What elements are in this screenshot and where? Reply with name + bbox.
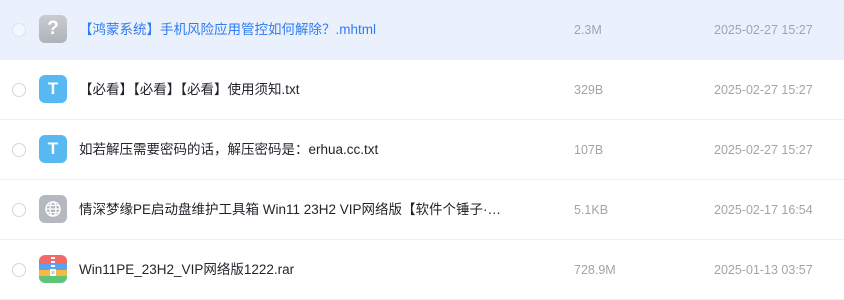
file-modified-date: 2025-02-27 15:27 [714, 143, 813, 157]
file-modified-date: 2025-02-27 15:27 [714, 83, 813, 97]
row-select-checkbox[interactable] [12, 263, 26, 277]
file-name[interactable]: 如若解压需要密码的话，解压密码是：erhua.cc.txt [79, 120, 509, 180]
globe-icon [45, 201, 61, 217]
file-modified-date: 2025-01-13 03:57 [714, 263, 813, 277]
globe-file-icon [39, 195, 67, 223]
row-select-checkbox[interactable] [12, 203, 26, 217]
file-modified-date: 2025-02-17 16:54 [714, 203, 813, 217]
file-row[interactable]: Win11PE_23H2_VIP网络版1222.rar 728.9M 2025-… [0, 240, 844, 300]
file-size: 107B [574, 143, 604, 157]
file-row[interactable]: 情深梦缘PE启动盘维护工具箱 Win11 23H2 VIP网络版【软件个锤子·…… [0, 180, 844, 240]
file-size: 2.3M [574, 23, 602, 37]
file-row[interactable]: T 【必看】【必看】【必看】使用须知.txt 329B 2025-02-27 1… [0, 60, 844, 120]
file-list: ? 【鸿蒙系统】手机风险应用管控如何解除？.mhtml 2.3M 2025-02… [0, 0, 844, 300]
file-size: 5.1KB [574, 203, 609, 217]
file-size: 728.9M [574, 263, 616, 277]
file-row[interactable]: T 如若解压需要密码的话，解压密码是：erhua.cc.txt 107B 202… [0, 120, 844, 180]
file-name[interactable]: 【鸿蒙系统】手机风险应用管控如何解除？.mhtml [79, 0, 509, 60]
txt-file-icon: T [39, 75, 67, 103]
file-name[interactable]: 情深梦缘PE启动盘维护工具箱 Win11 23H2 VIP网络版【软件个锤子·… [79, 180, 509, 240]
file-size: 329B [574, 83, 604, 97]
file-row[interactable]: ? 【鸿蒙系统】手机风险应用管控如何解除？.mhtml 2.3M 2025-02… [0, 0, 844, 60]
file-name[interactable]: Win11PE_23H2_VIP网络版1222.rar [79, 240, 509, 300]
file-name[interactable]: 【必看】【必看】【必看】使用须知.txt [79, 60, 509, 120]
archive-stripes-icon [39, 255, 67, 283]
txt-file-icon: T [39, 135, 67, 163]
file-modified-date: 2025-02-27 15:27 [714, 23, 813, 37]
row-select-checkbox[interactable] [12, 143, 26, 157]
unknown-file-icon: ? [39, 15, 67, 43]
row-select-checkbox[interactable] [12, 23, 26, 37]
rar-archive-icon [39, 255, 67, 283]
row-select-checkbox[interactable] [12, 83, 26, 97]
